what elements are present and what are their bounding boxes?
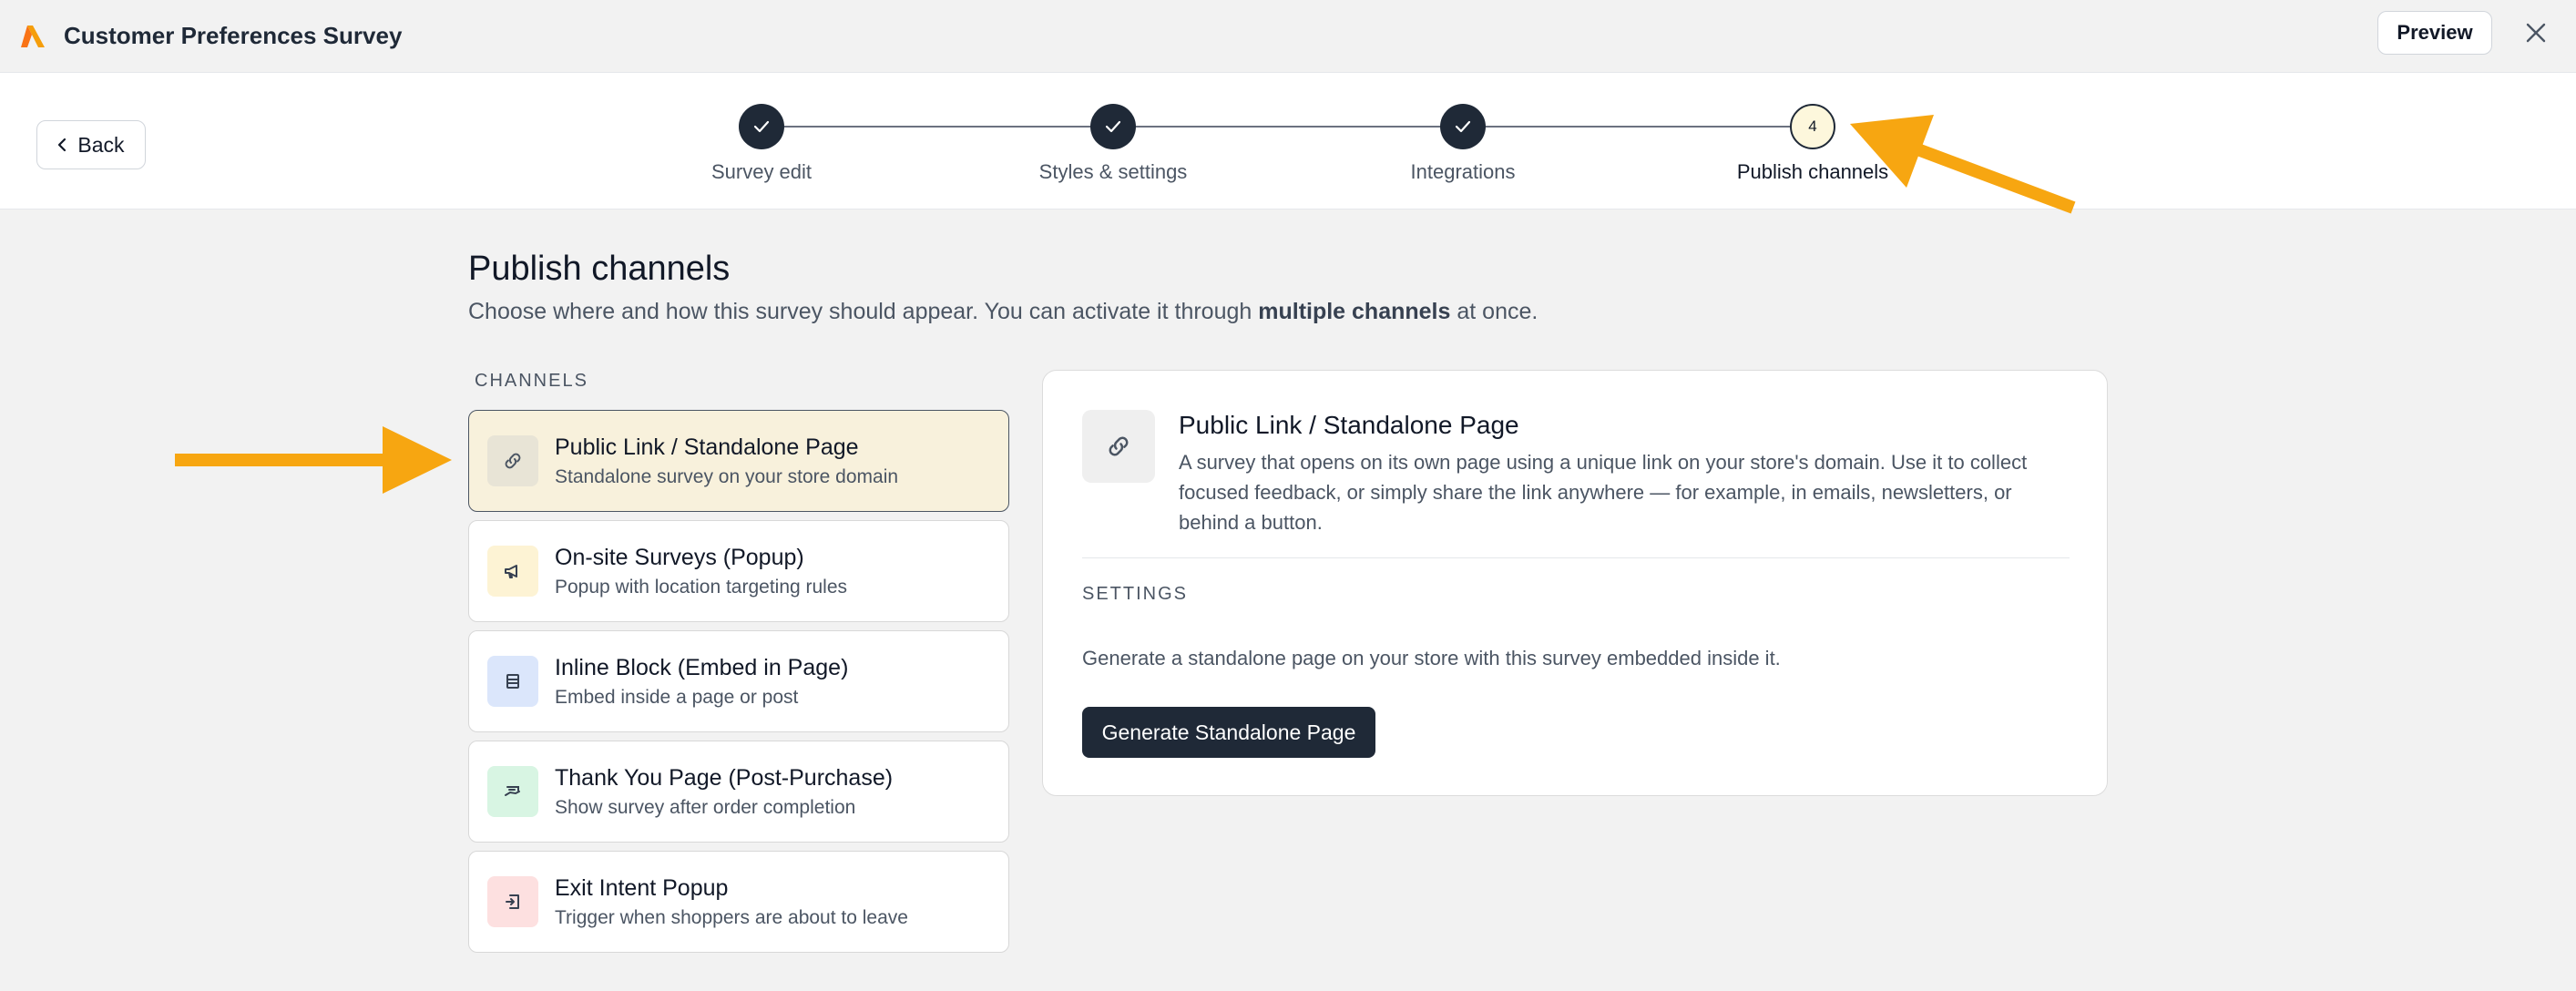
step-label: Survey edit (710, 160, 813, 183)
page-subtitle: Choose where and how this survey should … (468, 299, 1538, 324)
step-survey-edit[interactable]: Survey edit (643, 104, 880, 184)
chevron-left-icon (57, 133, 66, 158)
preview-button[interactable]: Preview (2377, 11, 2492, 55)
channel-desc: Trigger when shoppers are about to leave (555, 906, 908, 928)
channel-desc: Popup with location targeting rules (555, 576, 848, 598)
channel-title: Exit Intent Popup (555, 874, 729, 901)
channel-title: On-site Surveys (Popup) (555, 544, 804, 570)
detail-title: Public Link / Standalone Page (1179, 411, 1519, 439)
channel-desc: Embed inside a page or post (555, 686, 799, 708)
stepper-band: Back Survey edit Styles & settings Integ… (0, 73, 2576, 209)
channel-exit-intent[interactable]: Exit Intent Popup Trigger when shoppers … (468, 851, 1009, 953)
check-icon (1090, 104, 1136, 149)
settings-heading: SETTINGS (1082, 584, 1189, 604)
channel-inline-block[interactable]: Inline Block (Embed in Page) Embed insid… (468, 630, 1009, 732)
back-button[interactable]: Back (36, 120, 146, 169)
channel-detail-panel: Public Link / Standalone Page A survey t… (1042, 370, 2108, 796)
page-title: Publish channels (468, 250, 731, 288)
channel-title: Inline Block (Embed in Page) (555, 654, 849, 680)
link-icon (487, 435, 538, 486)
channel-list: Public Link / Standalone Page Standalone… (468, 410, 1009, 961)
top-bar: Customer Preferences Survey Preview (0, 0, 2576, 73)
app-logo-icon (18, 21, 49, 52)
step-publish-channels[interactable]: 4 Publish channels (1694, 104, 1931, 184)
app-title: Customer Preferences Survey (64, 22, 403, 49)
channel-public-link[interactable]: Public Link / Standalone Page Standalone… (468, 410, 1009, 512)
check-icon (739, 104, 784, 149)
settings-text: Generate a standalone page on your store… (1082, 647, 1781, 669)
step-number: 4 (1790, 104, 1835, 149)
step-label: Styles & settings (1038, 160, 1188, 183)
divider (1082, 557, 2070, 558)
generate-standalone-page-button[interactable]: Generate Standalone Page (1082, 707, 1375, 758)
channel-title: Public Link / Standalone Page (555, 434, 859, 460)
step-styles-settings[interactable]: Styles & settings (995, 104, 1232, 184)
channels-heading: CHANNELS (475, 371, 588, 391)
step-label: Publish channels (1736, 160, 1889, 183)
link-icon (1082, 410, 1155, 483)
exit-icon (487, 876, 538, 927)
step-label: Integrations (1410, 160, 1516, 183)
channel-onsite-popup[interactable]: On-site Surveys (Popup) Popup with locat… (468, 520, 1009, 622)
check-icon (1440, 104, 1486, 149)
channel-thank-you-page[interactable]: Thank You Page (Post-Purchase) Show surv… (468, 741, 1009, 843)
channel-desc: Standalone survey on your store domain (555, 465, 899, 487)
detail-description: A survey that opens on its own page usin… (1179, 451, 2028, 534)
channel-title: Thank You Page (Post-Purchase) (555, 764, 894, 791)
megaphone-icon (487, 546, 538, 597)
back-label: Back (77, 132, 125, 157)
embed-block-icon (487, 656, 538, 707)
step-integrations[interactable]: Integrations (1344, 104, 1581, 184)
arrow-annotation-icon (175, 426, 452, 494)
receipt-hand-icon (487, 766, 538, 817)
channel-desc: Show survey after order completion (555, 796, 856, 818)
close-icon[interactable] (2521, 18, 2550, 47)
